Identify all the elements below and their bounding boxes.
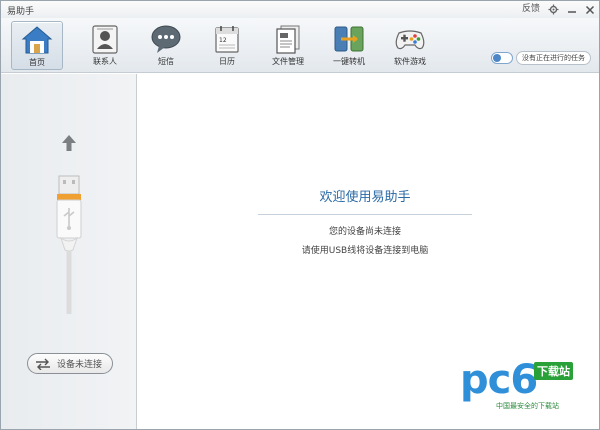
nav-file-manager[interactable]: 文件管理 (262, 21, 314, 70)
transfer-arrows-icon (36, 358, 50, 370)
nav-label-contacts: 联系人 (93, 57, 117, 66)
watermark-badge: 下载站 (534, 362, 573, 380)
task-status-label: 没有正在进行的任务 (516, 51, 591, 65)
nav-label-apps-games: 软件游戏 (394, 57, 426, 66)
nav-label-sms: 短信 (158, 57, 174, 66)
watermark-tagline: 中国最安全的下载站 (496, 402, 559, 410)
device-connection-button[interactable]: 设备未连接 (27, 353, 113, 374)
nav-phone-transfer[interactable]: 一键转机 (323, 21, 375, 70)
file-manager-icon (276, 25, 300, 54)
task-toggle-switch[interactable] (491, 52, 513, 64)
nav-contacts[interactable]: 联系人 (79, 21, 131, 70)
minimize-icon[interactable] (567, 5, 577, 15)
connection-status-label: 设备未连接 (57, 360, 103, 370)
nav-label-phone-transfer: 一键转机 (333, 57, 365, 66)
main-toolbar: 首页 联系人 短信 12 日历 文件管理 一键转机 软件游戏 没有正在进行的任务 (1, 18, 599, 73)
up-arrow-icon (62, 135, 76, 151)
nav-label-file-manager: 文件管理 (272, 57, 304, 66)
nav-label-calendar: 日历 (219, 57, 235, 66)
close-icon[interactable] (585, 5, 595, 15)
task-status[interactable]: 没有正在进行的任务 (491, 51, 591, 65)
app-title: 易助手 (7, 7, 35, 17)
watermark-brand: pc6 (460, 357, 538, 403)
welcome-title: 欢迎使用易助手 (319, 190, 411, 205)
app-window: 易助手 反馈 首页 联系人 短信 12 日历 文件管理 一键转机 软件游戏 没有… (0, 0, 600, 430)
nav-apps-games[interactable]: 软件游戏 (384, 21, 436, 70)
divider (258, 214, 472, 215)
device-sidebar: 设备未连接 (1, 74, 137, 429)
nav-calendar[interactable]: 12 日历 (201, 21, 253, 70)
device-not-connected-message: 您的设备尚未连接 (328, 227, 401, 237)
contacts-icon (92, 25, 118, 54)
feedback-link[interactable]: 反馈 (522, 3, 540, 16)
window-controls: 反馈 (514, 3, 595, 16)
calendar-icon: 12 (215, 26, 239, 53)
usb-cable-icon (56, 175, 82, 314)
svg-text:12: 12 (219, 37, 227, 44)
nav-sms[interactable]: 短信 (140, 21, 192, 70)
home-icon (21, 26, 53, 54)
watermark-logo: pc6 下载站 中国最安全的下载站 (456, 358, 596, 428)
nav-label-home: 首页 (29, 58, 45, 67)
settings-icon[interactable] (548, 4, 559, 15)
phone-transfer-icon (334, 26, 364, 52)
title-bar: 易助手 反馈 (1, 1, 599, 18)
usb-instruction-message: 请使用USB线将设备连接到电脑 (301, 246, 429, 256)
gamepad-icon (395, 30, 425, 50)
sms-icon (151, 25, 181, 53)
nav-home[interactable]: 首页 (11, 21, 63, 70)
